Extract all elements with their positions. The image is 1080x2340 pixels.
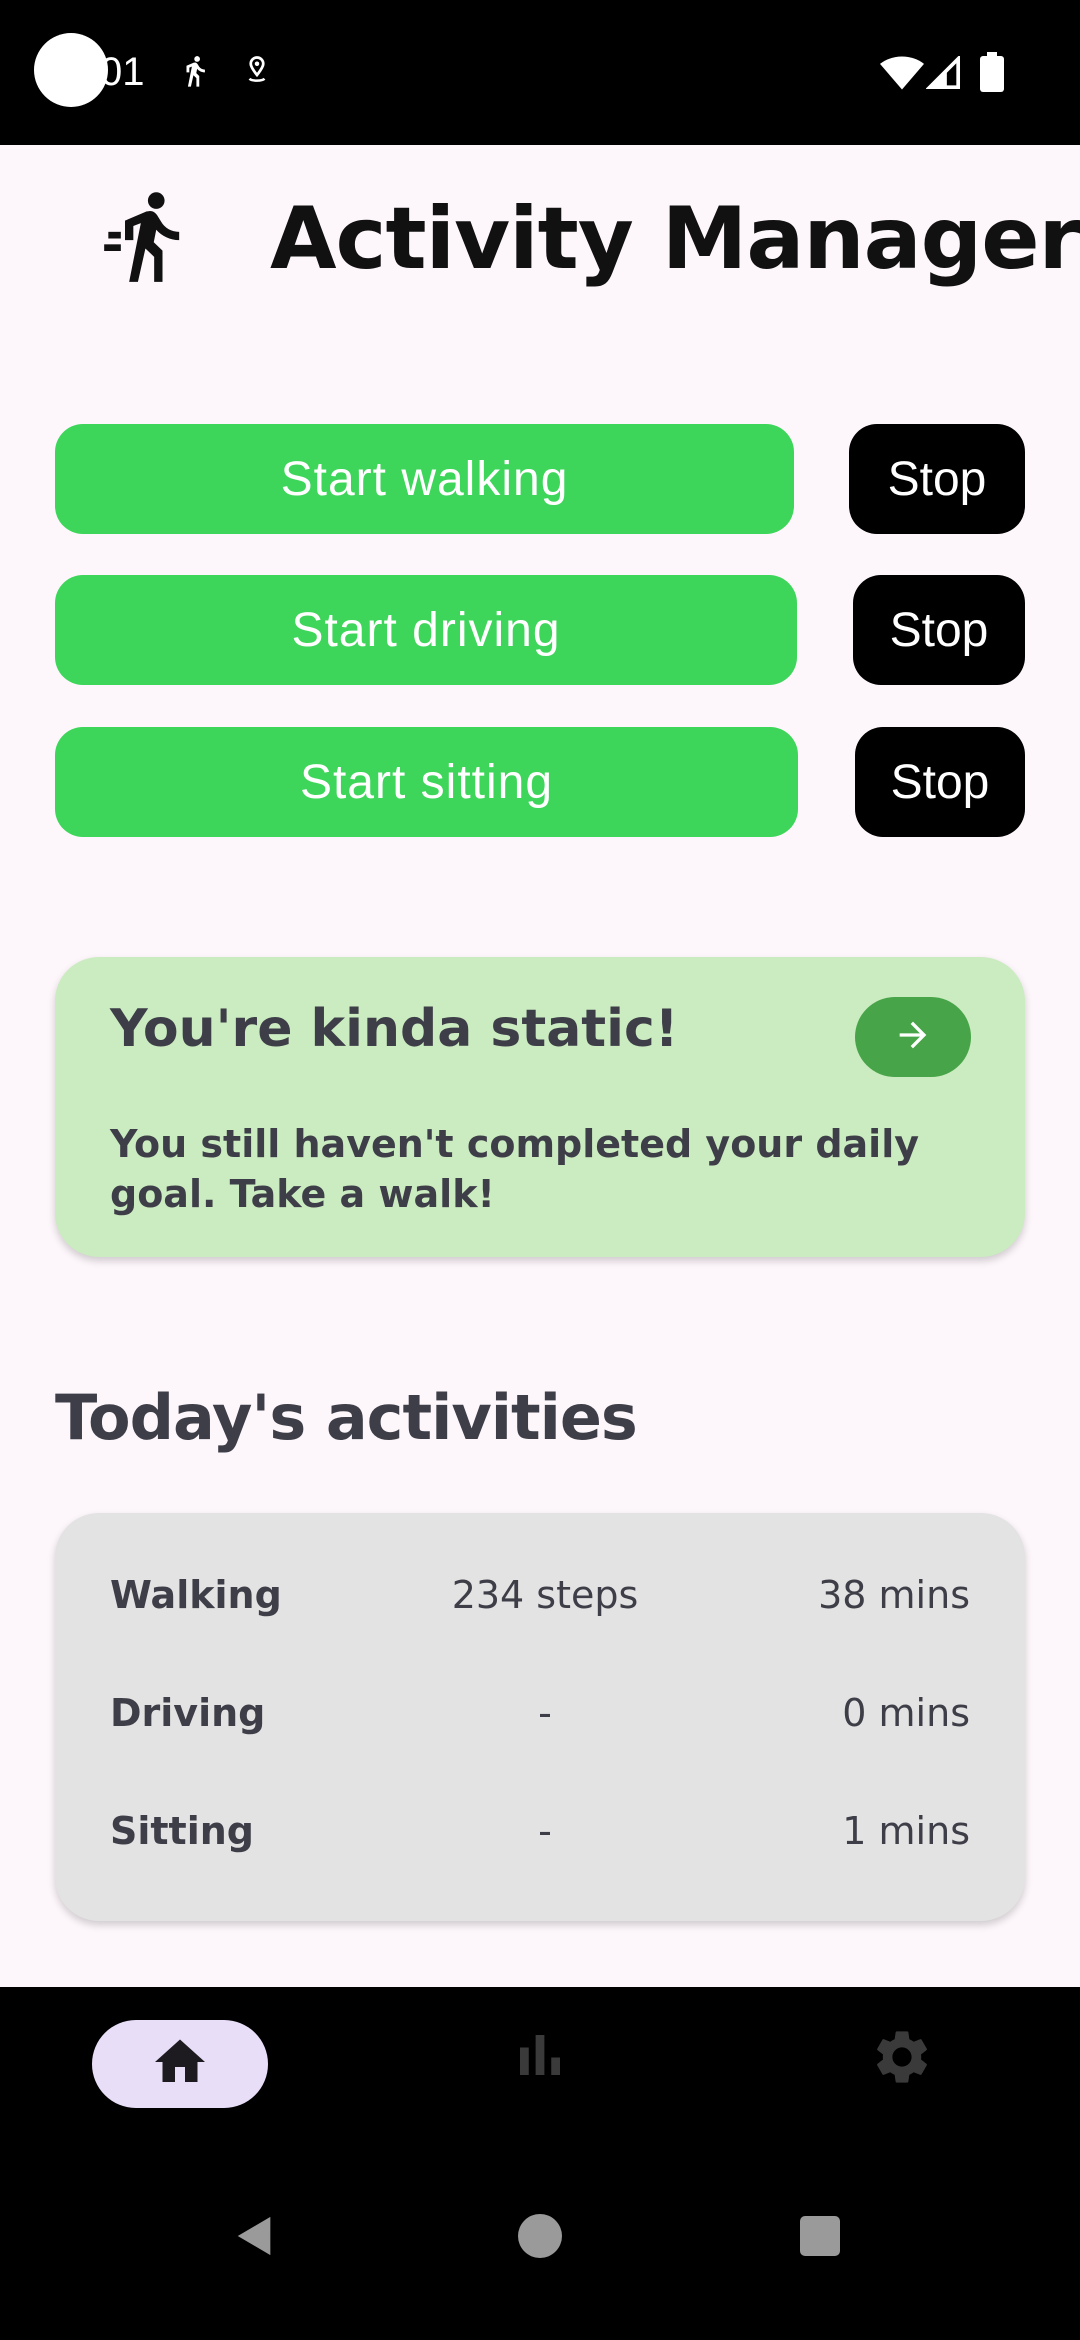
location-icon	[242, 52, 272, 92]
battery-icon	[980, 52, 1004, 96]
running-man-icon	[100, 181, 200, 295]
nav-stats[interactable]	[510, 2025, 570, 2089]
activity-name: Driving	[110, 1691, 266, 1735]
stop-driving-button[interactable]: Stop	[853, 575, 1025, 685]
bottom-navigation	[0, 1987, 1080, 2162]
activity-steps: -	[538, 1809, 552, 1853]
home-icon	[150, 2032, 210, 2096]
nav-settings[interactable]	[870, 2025, 934, 2093]
nudge-title: You're kinda static!	[110, 999, 679, 1059]
nav-home[interactable]	[92, 2020, 268, 2108]
status-time: 01	[100, 50, 145, 94]
nudge-body: You still haven't completed your daily g…	[110, 1122, 919, 1216]
activity-row-sitting: Sitting - 1 mins	[55, 1809, 1025, 1869]
activities-card: Walking 234 steps 38 mins Driving - 0 mi…	[55, 1513, 1025, 1921]
stop-walking-button[interactable]: Stop	[849, 424, 1025, 534]
screen: 01 Activity Manager Start walking Stop S…	[0, 0, 1080, 2340]
camera-cutout	[34, 33, 108, 107]
activity-mins: 1 mins	[842, 1809, 970, 1853]
sitting-action-row: Start sitting Stop	[55, 727, 1025, 837]
nudge-action-button[interactable]	[855, 997, 971, 1077]
start-driving-button[interactable]: Start driving	[55, 575, 797, 685]
app-header: Activity Manager	[0, 145, 1080, 335]
wifi-icon	[880, 56, 924, 94]
system-navigation	[0, 2162, 1080, 2340]
activity-row-walking: Walking 234 steps 38 mins	[55, 1573, 1025, 1633]
activity-mins: 38 mins	[818, 1573, 970, 1617]
start-sitting-button[interactable]: Start sitting	[55, 727, 798, 837]
app-content: Activity Manager Start walking Stop Star…	[0, 145, 1080, 1987]
activity-row-driving: Driving - 0 mins	[55, 1691, 1025, 1751]
activity-name: Sitting	[110, 1809, 255, 1853]
stop-sitting-button[interactable]: Stop	[855, 727, 1025, 837]
activity-mins: 0 mins	[842, 1691, 970, 1735]
recents-icon[interactable]	[800, 2216, 840, 2256]
home-system-icon[interactable]	[518, 2214, 562, 2258]
activities-title: Today's activities	[55, 1381, 638, 1454]
gear-icon	[870, 2025, 934, 2093]
walking-action-row: Start walking Stop	[55, 424, 1025, 534]
nudge-card: You're kinda static! You still haven't c…	[55, 957, 1025, 1257]
activity-steps: -	[538, 1691, 552, 1735]
back-icon[interactable]	[232, 2212, 278, 2264]
activity-steps: 234 steps	[451, 1573, 639, 1617]
status-bar: 01	[0, 0, 1080, 145]
app-title: Activity Manager	[270, 189, 1080, 289]
activity-name: Walking	[110, 1573, 282, 1617]
bar-chart-icon	[510, 2025, 570, 2089]
driving-action-row: Start driving Stop	[55, 575, 1025, 685]
running-icon	[178, 52, 212, 94]
arrow-right-icon	[893, 1015, 933, 1059]
signal-icon	[925, 54, 962, 94]
start-walking-button[interactable]: Start walking	[55, 424, 794, 534]
